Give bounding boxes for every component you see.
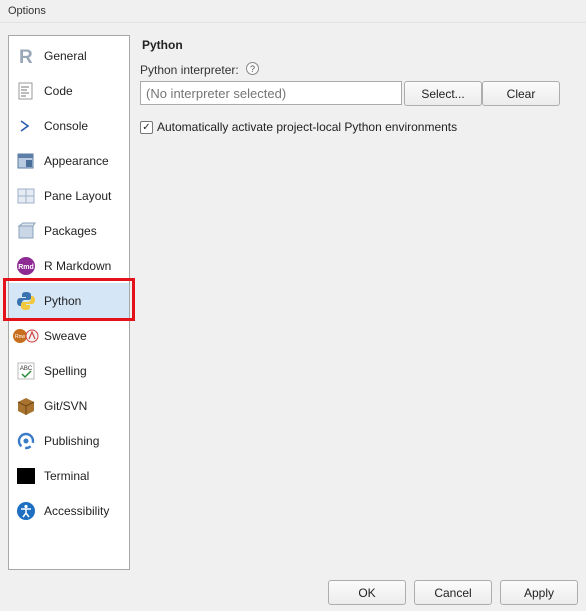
sidebar-item-console[interactable]: Console xyxy=(9,108,129,143)
sidebar-item-packages[interactable]: Packages xyxy=(9,213,129,248)
auto-activate-checkbox[interactable]: ✓ xyxy=(140,120,153,134)
git-svn-icon xyxy=(16,396,36,416)
window-title: Options xyxy=(8,5,46,17)
sidebar-item-accessibility[interactable]: Accessibility xyxy=(9,493,129,528)
auto-activate-row[interactable]: ✓ Automatically activate project-local P… xyxy=(140,120,457,134)
sidebar-item-sweave[interactable]: Rnw Sweave xyxy=(9,318,129,353)
r-logo-icon: R xyxy=(16,46,36,66)
cancel-button[interactable]: Cancel xyxy=(414,580,492,605)
sidebar-item-label: General xyxy=(44,49,87,63)
svg-text:Rmd: Rmd xyxy=(18,264,34,271)
console-prompt-icon xyxy=(16,116,36,136)
svg-text:R: R xyxy=(19,47,33,66)
sidebar-item-pane-layout[interactable]: Pane Layout xyxy=(9,178,129,213)
sidebar-item-r-markdown[interactable]: Rmd R Markdown xyxy=(9,248,129,283)
sidebar-item-label: Publishing xyxy=(44,434,100,448)
sidebar-item-label: Appearance xyxy=(44,154,109,168)
accessibility-icon xyxy=(16,501,36,521)
sidebar-item-label: Pane Layout xyxy=(44,189,112,203)
apply-button[interactable]: Apply xyxy=(500,580,578,605)
auto-activate-label: Automatically activate project-local Pyt… xyxy=(157,120,458,134)
sidebar-item-label: R Markdown xyxy=(44,259,112,273)
sidebar-item-label: Python xyxy=(44,294,82,308)
python-interpreter-input[interactable] xyxy=(140,81,402,105)
python-icon xyxy=(16,291,36,311)
select-interpreter-button[interactable]: Select... xyxy=(404,81,482,106)
sidebar-item-appearance[interactable]: Appearance xyxy=(9,143,129,178)
sidebar-item-terminal[interactable]: Terminal xyxy=(9,458,129,493)
sidebar-item-general[interactable]: R General xyxy=(9,38,129,73)
code-document-icon xyxy=(16,81,36,101)
packages-icon xyxy=(16,221,36,241)
pane-layout-icon xyxy=(16,186,36,206)
sidebar-item-label: Console xyxy=(44,119,89,133)
rmd-icon: Rmd xyxy=(16,256,36,276)
sidebar-item-code[interactable]: Code xyxy=(9,73,129,108)
appearance-icon xyxy=(16,151,36,171)
python-interpreter-label: Python interpreter: xyxy=(140,63,239,77)
sidebar-item-label: Code xyxy=(44,84,73,98)
sidebar-item-python[interactable]: Python xyxy=(9,283,129,318)
help-icon[interactable]: ? xyxy=(246,62,259,75)
svg-text:Rnw: Rnw xyxy=(15,334,25,340)
terminal-icon xyxy=(16,466,36,486)
sidebar-item-label: Sweave xyxy=(44,329,87,343)
sidebar-item-label: Packages xyxy=(44,224,97,238)
ok-button[interactable]: OK xyxy=(328,580,406,605)
sweave-icon: Rnw xyxy=(12,326,40,346)
clear-interpreter-button[interactable]: Clear xyxy=(482,81,560,106)
pane-title: Python xyxy=(142,38,183,52)
options-sidebar: R General Code Console Appearance Pane L… xyxy=(8,35,130,570)
sidebar-item-label: Accessibility xyxy=(44,504,110,518)
spelling-icon: ABC xyxy=(16,361,36,381)
sidebar-item-spelling[interactable]: ABC Spelling xyxy=(9,353,129,388)
sidebar-item-label: Spelling xyxy=(44,364,87,378)
sidebar-item-git-svn[interactable]: Git/SVN xyxy=(9,388,129,423)
sidebar-item-label: Git/SVN xyxy=(44,399,88,413)
publishing-icon xyxy=(16,431,36,451)
sidebar-item-label: Terminal xyxy=(44,469,90,483)
sidebar-item-publishing[interactable]: Publishing xyxy=(9,423,129,458)
title-bar: Options xyxy=(0,0,586,23)
